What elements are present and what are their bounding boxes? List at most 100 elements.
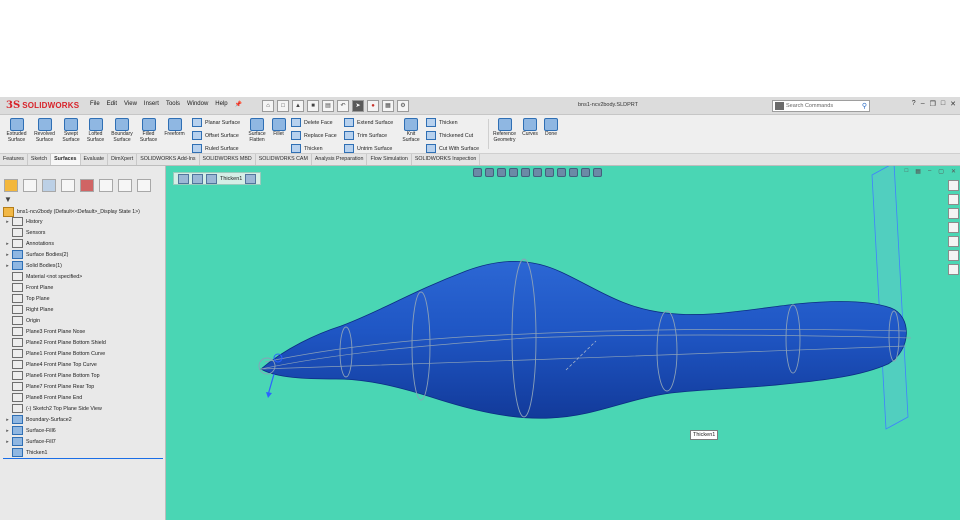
offset-surface-button[interactable]: Offset Surface	[192, 131, 239, 140]
filter-icon[interactable]: ▼	[4, 195, 12, 204]
expand-arrow-icon[interactable]: ▸	[3, 428, 12, 434]
search-input[interactable]: Search Commands	[786, 103, 860, 109]
extend-surface-button[interactable]: Extend Surface	[344, 118, 393, 127]
delete-face-button[interactable]: Delete Face	[291, 118, 333, 127]
surface-flatten-button[interactable]: Surface Flatten	[245, 118, 269, 144]
undo-icon[interactable]: ↶	[337, 100, 349, 112]
help-icon[interactable]: ?	[912, 100, 916, 108]
tree-item[interactable]: Origin	[3, 315, 163, 326]
sketch-breadcrumb-icon[interactable]	[245, 173, 257, 184]
reference-geometry-button[interactable]: Reference Geometry	[490, 118, 519, 144]
options-gear-icon[interactable]: ⚙	[397, 100, 409, 112]
lofted-surface-button[interactable]: Lofted Surface	[84, 118, 107, 144]
tree-item[interactable]: Plane4 Front Plane Top Curve	[3, 359, 163, 370]
design-library-icon[interactable]	[948, 194, 959, 205]
thicken-button[interactable]: Thicken	[426, 118, 458, 127]
cut-with-surface-button[interactable]: Cut With Surface	[426, 144, 479, 153]
display-style-icon[interactable]	[545, 168, 554, 177]
tab-flow-simulation[interactable]: Flow Simulation	[367, 154, 412, 165]
section-view-icon[interactable]	[509, 168, 518, 177]
appearances-scenes-icon[interactable]	[948, 236, 959, 247]
panel-scroll-arrows-icon[interactable]	[137, 179, 151, 192]
tab-dimxpert[interactable]: DimXpert	[108, 154, 138, 165]
custom-properties-icon[interactable]	[948, 250, 959, 261]
knit-surface-button[interactable]: Knit Surface	[400, 118, 422, 144]
swept-surface-button[interactable]: Swept Surface	[59, 118, 83, 144]
configuration-manager-tab-icon[interactable]	[42, 179, 56, 192]
search-icon[interactable]: ⚲	[860, 102, 869, 110]
trim-surface-button[interactable]: Trim Surface	[344, 131, 387, 140]
thickened-cut-button[interactable]: Thickened Cut	[426, 131, 473, 140]
viewport-restore-icon[interactable]: □	[905, 168, 909, 175]
replace-face-button[interactable]: Replace Face	[291, 131, 337, 140]
edit-appearance-icon[interactable]	[569, 168, 578, 177]
save-icon[interactable]: ■	[307, 100, 319, 112]
tree-item[interactable]: Sensors	[3, 227, 163, 238]
tree-item[interactable]: Plane2 Front Plane Bottom Shield	[3, 337, 163, 348]
tree-item[interactable]: Right Plane	[3, 304, 163, 315]
solidworks-resources-icon[interactable]	[948, 180, 959, 191]
zoom-to-fit-icon[interactable]	[473, 168, 482, 177]
file-explorer-icon[interactable]	[948, 208, 959, 219]
expand-arrow-icon[interactable]: ▸	[3, 219, 12, 225]
viewport-close-icon[interactable]: ✕	[951, 168, 956, 175]
tree-item[interactable]: Material <not specified>	[3, 271, 163, 282]
dimxpert-manager-tab-icon[interactable]	[61, 179, 75, 192]
plane8-preview[interactable]	[871, 166, 909, 430]
tree-item[interactable]: Plane7 Front Plane Rear Top	[3, 381, 163, 392]
file-properties-icon[interactable]: ▦	[382, 100, 394, 112]
thicken-small-button[interactable]: Thicken	[291, 144, 323, 153]
solidworks-logo[interactable]: 3S SOLIDWORKS	[6, 99, 79, 112]
open-folder-icon[interactable]: ▲	[292, 100, 304, 112]
tree-item[interactable]: Plane3 Front Plane Nose	[3, 326, 163, 337]
hide-show-items-icon[interactable]	[557, 168, 566, 177]
search-commands[interactable]: Search Commands ⚲	[772, 100, 870, 112]
tab-features[interactable]: Features	[0, 154, 28, 165]
viewport-maximize-icon[interactable]: ▢	[938, 168, 944, 175]
maximize-icon[interactable]: □	[941, 100, 945, 108]
menu-view[interactable]: View	[124, 101, 137, 108]
expand-arrow-icon[interactable]: ▸	[3, 439, 12, 445]
expand-arrow-icon[interactable]: ▸	[3, 252, 12, 258]
tab-surfaces[interactable]: Surfaces	[51, 154, 81, 165]
tree-item[interactable]: ▸ Surface-Fill6	[3, 425, 163, 436]
tab-analysis-preparation[interactable]: Analysis Preparation	[312, 154, 368, 165]
thicken-breadcrumb-icon[interactable]	[206, 173, 217, 184]
extruded-surface-button[interactable]: Extruded Surface	[3, 118, 30, 144]
restore-icon[interactable]: ❐	[930, 100, 936, 108]
previous-view-icon[interactable]	[497, 168, 506, 177]
cam-manager-tab-icon[interactable]	[99, 179, 113, 192]
menu-edit[interactable]: Edit	[107, 101, 117, 108]
zoom-to-area-icon[interactable]	[485, 168, 494, 177]
display-manager-tab-icon[interactable]	[80, 179, 94, 192]
tree-item[interactable]: ▸ Annotations	[3, 238, 163, 249]
view-orientation-icon[interactable]	[533, 168, 542, 177]
home-icon[interactable]: ⌂	[262, 100, 274, 112]
forum-icon[interactable]	[948, 264, 959, 275]
thicken1-body[interactable]	[260, 261, 907, 419]
body-breadcrumb-icon[interactable]	[192, 173, 203, 184]
property-manager-tab-icon[interactable]	[23, 179, 37, 192]
tree-item[interactable]: Front Plane	[3, 282, 163, 293]
curves-button[interactable]: Curves	[520, 118, 540, 138]
viewport-minimize-icon[interactable]: –	[928, 168, 931, 175]
graphics-viewport[interactable]: Thicken1 □ ▦ – ▢ ✕ Thicken1	[166, 166, 960, 520]
tree-item[interactable]: Plane1 Front Plane Bottom Curve	[3, 348, 163, 359]
freeform-button[interactable]: Freeform	[161, 118, 188, 138]
done-button[interactable]: Done	[541, 118, 561, 138]
view-palette-icon[interactable]	[948, 222, 959, 233]
tab-solidworks-mbd[interactable]: SOLIDWORKS MBD	[200, 154, 256, 165]
tree-item[interactable]: Plane6 Front Plane Bottom Top	[3, 370, 163, 381]
menu-tools[interactable]: Tools	[166, 101, 180, 108]
filled-surface-button[interactable]: Filled Surface	[137, 118, 160, 144]
boundary-surface-button[interactable]: Boundary Surface	[108, 118, 136, 144]
ruled-surface-button[interactable]: Ruled Surface	[192, 144, 239, 153]
traffic-light-icon[interactable]: ●	[367, 100, 379, 112]
tab-solidworks-add-ins[interactable]: SOLIDWORKS Add-Ins	[137, 154, 200, 165]
apply-scene-icon[interactable]	[581, 168, 590, 177]
untrim-surface-button[interactable]: Untrim Surface	[344, 144, 392, 153]
expand-arrow-icon[interactable]: ▸	[3, 417, 12, 423]
feature-manager-tab-icon[interactable]	[4, 179, 18, 192]
print-icon[interactable]: ▤	[322, 100, 334, 112]
tree-item[interactable]: Thicken1	[3, 447, 163, 459]
